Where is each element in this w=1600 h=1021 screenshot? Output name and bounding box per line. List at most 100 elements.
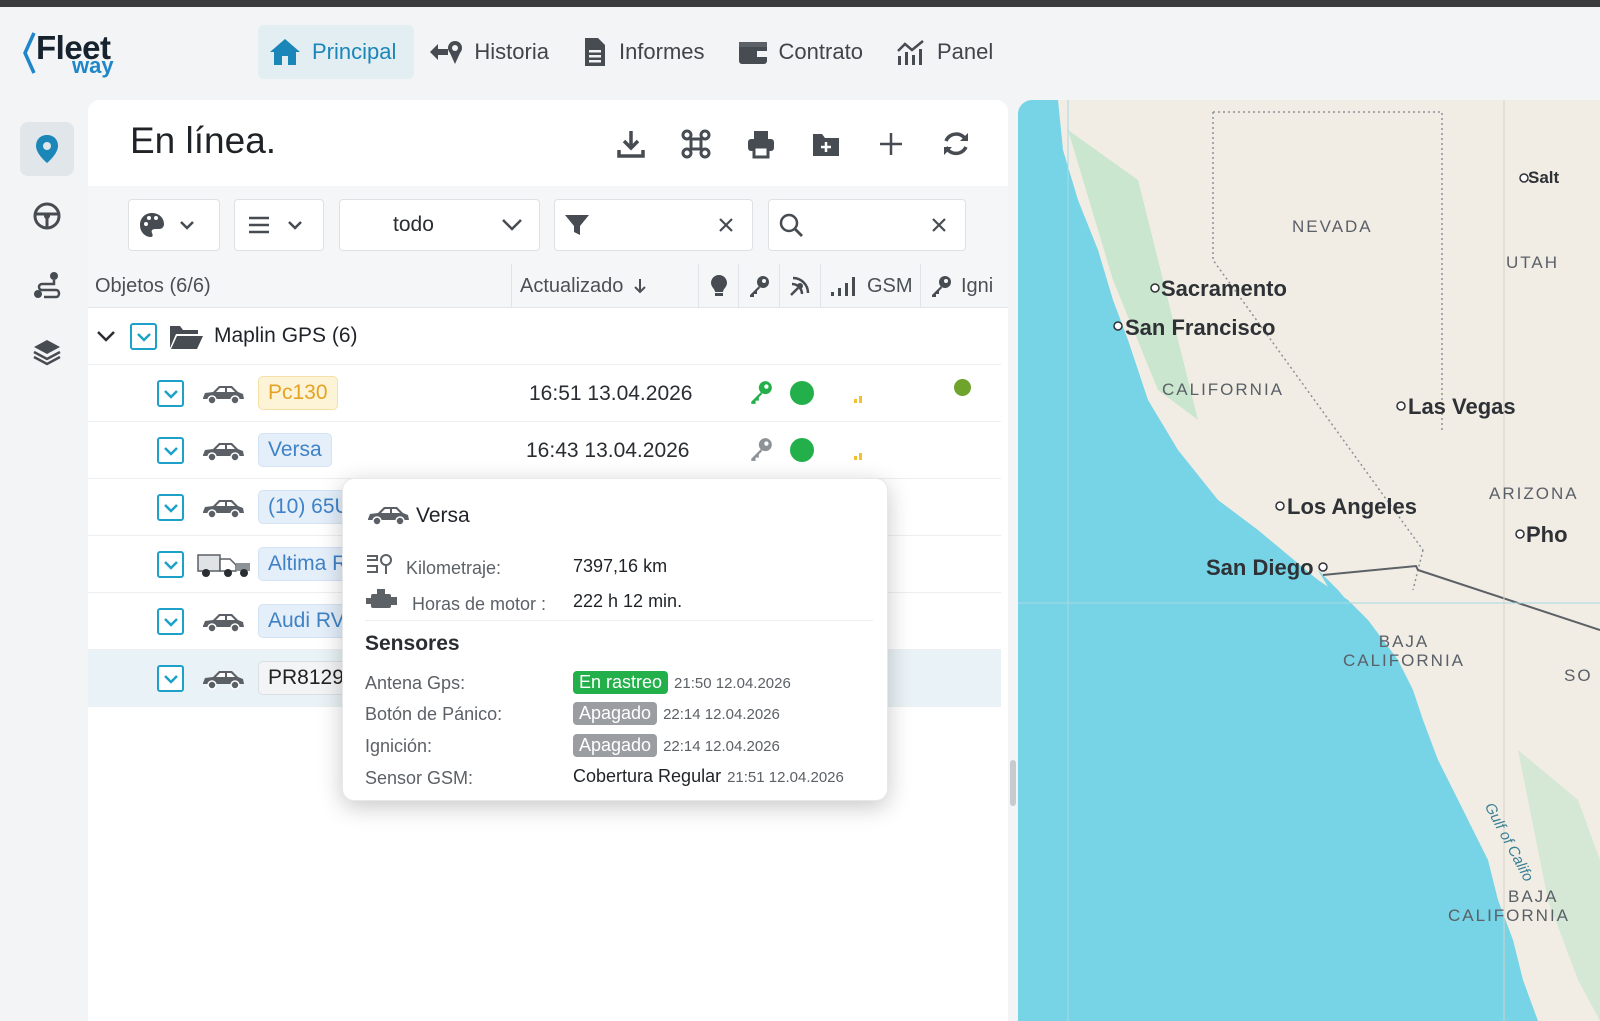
object-name-tag[interactable]: Audi RV: [258, 604, 355, 638]
panel-toolbar: [598, 124, 988, 164]
row-checkbox[interactable]: [157, 665, 184, 692]
key-icon: [932, 276, 951, 297]
sensor-value: Apagado 22:14 12.04.2026: [573, 702, 780, 725]
rail-layers-button[interactable]: [20, 325, 74, 379]
car-icon: [203, 500, 244, 519]
check-icon: [163, 560, 178, 570]
refresh-button[interactable]: [923, 124, 988, 164]
folder-open-icon: [170, 326, 203, 349]
add-object-button[interactable]: [858, 124, 923, 164]
home-icon: [270, 39, 300, 65]
sensor-status-pill: En rastreo: [573, 671, 669, 694]
download-button[interactable]: [598, 124, 663, 164]
nav-principal-label: Principal: [312, 39, 397, 64]
fleetway-logo[interactable]: Fleet way: [22, 29, 122, 81]
col-satellite[interactable]: [780, 264, 821, 308]
col-ignition[interactable]: Igni: [921, 264, 1001, 308]
sensor-date: 22:14 12.04.2026: [663, 738, 780, 755]
chevron-down-icon: [180, 221, 194, 230]
row-checkbox[interactable]: [157, 437, 184, 464]
key-on-icon: [751, 381, 772, 404]
clear-filter-icon[interactable]: [718, 217, 734, 233]
truck-icon: [197, 554, 250, 577]
color-dropdown[interactable]: [128, 199, 220, 251]
rail-driver-button[interactable]: [20, 189, 74, 243]
check-icon: [163, 446, 178, 456]
tooltip-divider: [365, 620, 873, 621]
map-state-label: BAJA: [1508, 887, 1559, 906]
status-select-value: todo: [393, 213, 434, 236]
col-updated[interactable]: Actualizado: [512, 264, 699, 308]
nav-historia-label: Historia: [474, 39, 549, 64]
sort-down-icon: [634, 279, 647, 294]
check-icon: [163, 503, 178, 513]
object-name-tag[interactable]: Pc130: [258, 376, 338, 410]
list-view-dropdown[interactable]: [234, 199, 324, 251]
object-name-tag[interactable]: PR8129: [258, 661, 354, 695]
gsm-signal-icon: [854, 396, 862, 403]
rail-map-button[interactable]: [20, 122, 74, 176]
layers-icon: [33, 340, 61, 366]
lightbulb-icon: [710, 275, 727, 296]
object-name-tag[interactable]: Versa: [258, 433, 332, 467]
nav-informes[interactable]: Informes: [571, 25, 723, 79]
km-value: 7397,16 km: [573, 556, 668, 576]
row-checkbox[interactable]: [157, 380, 184, 407]
search-icon: [779, 213, 803, 237]
chevron-down-icon[interactable]: [96, 330, 116, 342]
map-view[interactable]: Salt NEVADA UTAH Sacramento San Francisc…: [1018, 100, 1600, 1021]
updated-time: 16:43 13.04.2026: [526, 438, 690, 462]
nav-panel[interactable]: Panel: [885, 25, 1011, 79]
map-city-label: Salt: [1528, 168, 1560, 187]
clear-search-icon[interactable]: [931, 217, 947, 233]
filter-input[interactable]: [554, 199, 753, 251]
nav-historia[interactable]: Historia: [418, 25, 567, 79]
wallet-icon: [738, 42, 767, 64]
col-objects[interactable]: Objetos (6/6): [88, 264, 512, 308]
status-select[interactable]: todo: [339, 199, 540, 251]
group-checkbox[interactable]: [130, 323, 157, 350]
col-light[interactable]: [699, 264, 739, 308]
km-label: Kilometraje:: [406, 558, 502, 578]
filter-bar: todo: [88, 186, 1008, 264]
signal-bars-icon: [831, 277, 855, 296]
col-key[interactable]: [739, 264, 780, 308]
row-checkbox[interactable]: [157, 494, 184, 521]
search-input[interactable]: [768, 199, 966, 251]
sensor-date: 21:51 12.04.2026: [727, 769, 844, 786]
route-icon: [34, 272, 61, 299]
add-folder-button[interactable]: [793, 124, 858, 164]
car-icon: [203, 671, 244, 690]
check-icon: [163, 617, 178, 627]
chevron-down-icon: [288, 221, 302, 230]
table-row[interactable]: Pc130 16:51 13.04.2026: [88, 365, 1001, 422]
command-button[interactable]: [663, 124, 728, 164]
key-off-icon: [751, 438, 772, 461]
map-state-label: ARIZONA: [1489, 484, 1579, 503]
ignition-status-dot: [954, 379, 971, 396]
nav-contrato[interactable]: Contrato: [727, 25, 881, 79]
window-top-bar: [0, 0, 1600, 7]
col-gsm[interactable]: GSM: [821, 264, 921, 308]
sensor-status-text: Cobertura Regular: [573, 766, 722, 786]
nav-contrato-label: Contrato: [778, 39, 863, 64]
satellite-icon: [790, 276, 810, 296]
map-pin-icon: [36, 135, 58, 163]
map-city-label: Pho: [1526, 522, 1568, 547]
app-header: Fleet way Principal Historia Informes Co…: [0, 7, 1600, 97]
row-checkbox[interactable]: [157, 551, 184, 578]
col-updated-label: Actualizado: [520, 274, 624, 297]
gps-status-dot: [790, 438, 814, 462]
panel-resize-handle[interactable]: [1010, 760, 1016, 806]
print-button[interactable]: [728, 124, 793, 164]
rail-routes-button[interactable]: [20, 258, 74, 312]
map-state-label: CALIFORNIA: [1448, 906, 1571, 925]
col-ignition-label: Igni: [961, 274, 994, 297]
car-icon: [368, 507, 409, 526]
map-state-label: CALIFORNIA: [1162, 380, 1285, 399]
row-checkbox[interactable]: [157, 608, 184, 635]
nav-principal[interactable]: Principal: [258, 25, 415, 79]
group-row[interactable]: Maplin GPS (6): [88, 308, 1001, 365]
table-row[interactable]: Versa 16:43 13.04.2026: [88, 422, 1001, 479]
map-state-label: SO: [1564, 666, 1593, 685]
